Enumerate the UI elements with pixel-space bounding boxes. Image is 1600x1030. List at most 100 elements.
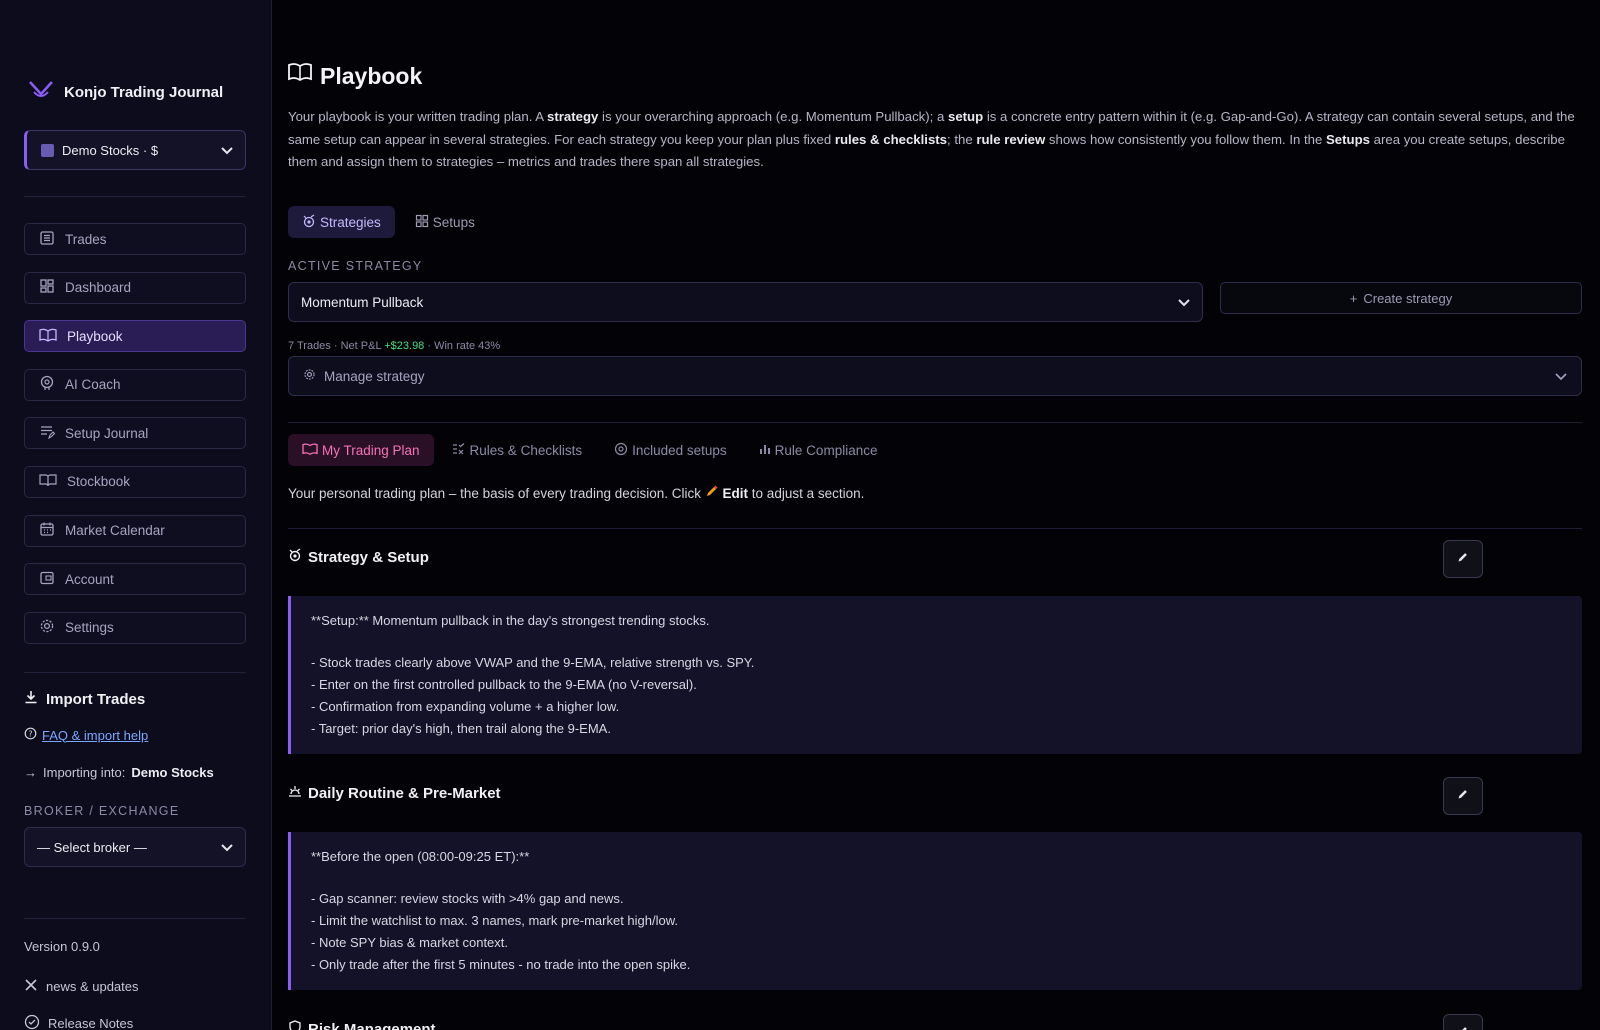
tab-setups[interactable]: Setups [401, 206, 489, 238]
tab-included-setups[interactable]: Included setups [600, 434, 741, 466]
edit-section-button[interactable] [1443, 1014, 1483, 1030]
chevron-down-icon [221, 840, 233, 855]
account-select-value: Demo Stocks · $ [62, 142, 159, 158]
version: Version 0.9.0 [24, 939, 100, 954]
broker-select-value: — Select broker — [37, 839, 147, 855]
broker-select[interactable]: — Select broker — [24, 827, 246, 867]
tab-label: Setups [432, 214, 475, 230]
section-content: **Before the open (08:00-09:25 ET):** - … [288, 832, 1582, 990]
section-content: **Setup:** Momentum pullback in the day'… [288, 596, 1582, 754]
import-title-text: Import Trades [46, 690, 146, 708]
sunrise-icon [288, 784, 302, 802]
sidebar-item-label: AI Coach [65, 377, 121, 393]
account-select[interactable]: Demo Stocks · $ [24, 130, 246, 170]
section-title-strategy-setup: Strategy & Setup [288, 548, 429, 566]
sidebar-item-trades[interactable]: Trades [24, 223, 246, 255]
plan-intro: Your personal trading plan – the basis o… [288, 484, 864, 501]
intro-text: Your playbook is your written trading pl… [288, 106, 1582, 174]
content-divider [288, 422, 1582, 423]
tab-label: Strategies [320, 214, 381, 230]
sidebar-item-dashboard[interactable]: Dashboard [24, 271, 246, 304]
section-line: - Gap scanner: review stocks with >4% ga… [311, 891, 624, 906]
manage-strategy-toggle[interactable]: Manage strategy [288, 356, 1582, 396]
sidebar-item-setup-journal[interactable]: Setup Journal [24, 417, 246, 450]
section-title-text: Strategy & Setup [308, 548, 429, 566]
target-icon [614, 442, 628, 459]
section-line: - Note SPY bias & market context. [311, 935, 509, 950]
active-strategy-label: ACTIVE STRATEGY [288, 259, 423, 273]
strategy-select[interactable]: Momentum Pullback [288, 282, 1203, 322]
tab-rule-compliance[interactable]: Rule Compliance [745, 434, 892, 466]
tab-rules-checklists[interactable]: Rules & Checklists [438, 434, 597, 466]
book-icon [39, 327, 57, 346]
sidebar-item-label: Playbook [67, 328, 123, 344]
bar-chart-icon [759, 443, 771, 458]
sidebar-item-label: Dashboard [65, 280, 132, 296]
page-title: Playbook [288, 62, 422, 90]
target-icon [302, 214, 316, 231]
faq: ? FAQ & import help [24, 727, 148, 743]
plan-intro-part: to adjust a section. [751, 486, 865, 501]
stats-separator: · [333, 340, 341, 352]
tab-my-trading-plan[interactable]: My Trading Plan [288, 434, 434, 466]
faq-link[interactable]: FAQ & import help [42, 728, 148, 743]
chart-icon [41, 143, 54, 157]
sidebar-item-label: Trades [65, 231, 107, 247]
section-title-text: Daily Routine & Pre-Market [308, 784, 501, 802]
logo-icon [28, 80, 54, 105]
sidebar-item-label: Account [65, 571, 114, 587]
brand-title: Konjo Trading Journal [64, 84, 224, 101]
plus-icon: + [1349, 290, 1358, 306]
sidebar-item-stockbook[interactable]: Stockbook [24, 465, 246, 498]
tab-strategies[interactable]: Strategies [288, 206, 395, 238]
release-notes-link[interactable]: Release Notes [24, 1014, 133, 1030]
target-icon [288, 548, 302, 566]
sidebar-item-settings[interactable]: Settings [24, 611, 246, 644]
intro-bold: rules & checklists [834, 131, 948, 147]
intro-part: shows how consistently you follow them. … [1045, 131, 1326, 147]
sidebar-item-label: Settings [65, 620, 114, 636]
sidebar-item-playbook[interactable]: Playbook [24, 320, 246, 353]
book-icon [302, 442, 318, 459]
sidebar-item-account[interactable]: Account [24, 563, 246, 596]
section-lead: **Before the open (08:00-09:25 ET):** [311, 849, 530, 864]
list-icon [39, 230, 55, 249]
stats-winrate: Win rate 43% [434, 340, 501, 352]
intro-part: is your overarching approach (e.g. Momen… [598, 109, 948, 124]
import-title: Import Trades [24, 690, 145, 708]
brand[interactable]: Konjo Trading Journal [28, 80, 223, 105]
sidebar-item-market-calendar[interactable]: Market Calendar [24, 514, 246, 547]
arrow-right-icon: → [24, 765, 37, 780]
strategy-select-value: Momentum Pullback [301, 294, 424, 310]
chevron-down-icon [221, 143, 233, 158]
intro-bold: Setups [1326, 131, 1370, 147]
create-strategy-button[interactable]: + Create strategy [1220, 282, 1582, 314]
section-lead: **Setup:** Momentum pullback in the day'… [311, 613, 710, 628]
importing-target: Demo Stocks [131, 765, 214, 780]
download-icon [24, 690, 38, 708]
tab-label: Rules & Checklists [469, 442, 583, 458]
svg-text:?: ? [28, 729, 32, 738]
pencil-icon [1457, 550, 1469, 568]
gear-icon [303, 368, 316, 384]
edit-section-button[interactable] [1443, 540, 1483, 578]
sidebar-item-label: Market Calendar [65, 523, 165, 539]
content-divider [288, 528, 1582, 529]
broker-label: BROKER / EXCHANGE [24, 804, 180, 818]
sidebar-item-ai-coach[interactable]: AI Coach [24, 368, 246, 401]
edit-section-button[interactable] [1443, 777, 1483, 815]
stats-pnl-value: +$23.98 [384, 340, 425, 352]
section-line: - Target: prior day's high, then trail a… [311, 721, 611, 736]
plan-intro-part: Your personal trading plan – the basis o… [288, 486, 701, 501]
section-line: - Confirmation from expanding volume + a… [311, 699, 620, 714]
news-label: news & updates [46, 979, 139, 994]
section-title-daily-routine: Daily Routine & Pre-Market [288, 784, 501, 802]
tab-label: My Trading Plan [322, 442, 420, 458]
top-tabs: Strategies Setups [288, 206, 489, 238]
plan-intro-edit: Edit [722, 486, 749, 501]
section-line: - Stock trades clearly above VWAP and th… [311, 655, 755, 670]
importing-info: → Importing into: Demo Stocks [24, 765, 214, 780]
news-link[interactable]: news & updates [24, 978, 139, 995]
